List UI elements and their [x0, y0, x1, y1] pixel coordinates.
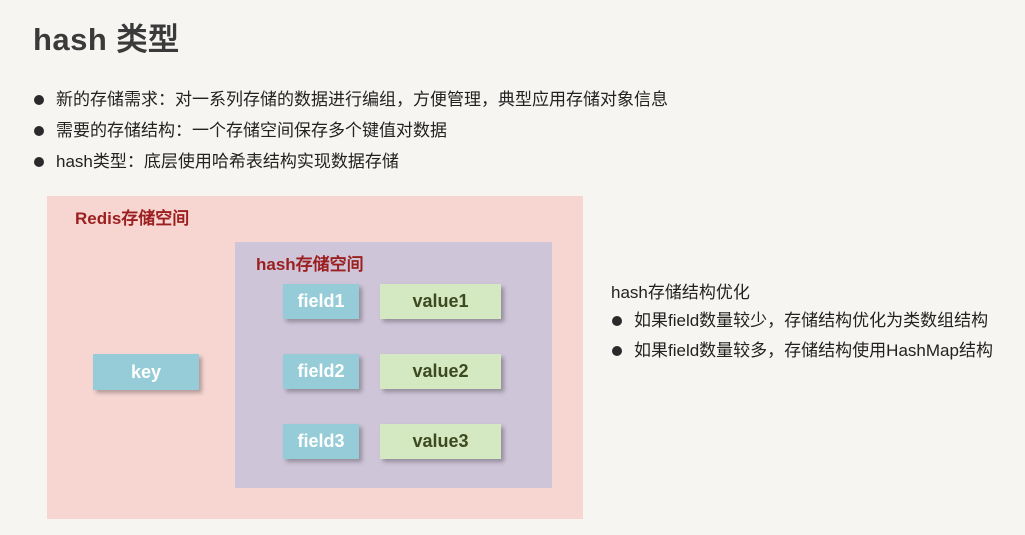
key-box: key	[93, 354, 199, 390]
value-box-1: value1	[380, 284, 501, 319]
bullet-dot	[612, 346, 622, 356]
list-item-text: hash类型：底层使用哈希表结构实现数据存储	[56, 152, 399, 171]
list-item-text: 如果field数量较少，存储结构优化为类数组结构	[634, 311, 989, 330]
list-item-text: 新的存储需求：对一系列存储的数据进行编组，方便管理，典型应用存储对象信息	[56, 90, 668, 109]
requirement-list: 新的存储需求：对一系列存储的数据进行编组，方便管理，典型应用存储对象信息 需要的…	[34, 84, 668, 177]
list-item: 如果field数量较少，存储结构优化为类数组结构	[612, 306, 993, 336]
list-item: 新的存储需求：对一系列存储的数据进行编组，方便管理，典型应用存储对象信息	[34, 84, 668, 115]
optimization-title: hash存储结构优化	[611, 283, 750, 302]
field-box-2: field2	[283, 354, 359, 389]
list-item-text: 如果field数量较多，存储结构使用HashMap结构	[634, 341, 993, 360]
bullet-dot	[34, 156, 44, 167]
list-item: hash类型：底层使用哈希表结构实现数据存储	[34, 146, 668, 177]
field-box-1: field1	[283, 284, 359, 319]
bullet-dot	[612, 316, 622, 326]
bullet-dot	[34, 94, 44, 105]
list-item: 如果field数量较多，存储结构使用HashMap结构	[612, 336, 993, 366]
hash-storage-label: hash存储空间	[256, 255, 364, 274]
bullet-dot	[34, 125, 44, 136]
value-box-3: value3	[380, 424, 501, 459]
optimization-list: 如果field数量较少，存储结构优化为类数组结构 如果field数量较多，存储结…	[612, 306, 993, 366]
page-title: hash 类型	[33, 22, 180, 57]
redis-storage-label: Redis存储空间	[75, 209, 190, 228]
list-item-text: 需要的存储结构：一个存储空间保存多个键值对数据	[56, 121, 447, 140]
list-item: 需要的存储结构：一个存储空间保存多个键值对数据	[34, 115, 668, 146]
value-box-2: value2	[380, 354, 501, 389]
field-box-3: field3	[283, 424, 359, 459]
